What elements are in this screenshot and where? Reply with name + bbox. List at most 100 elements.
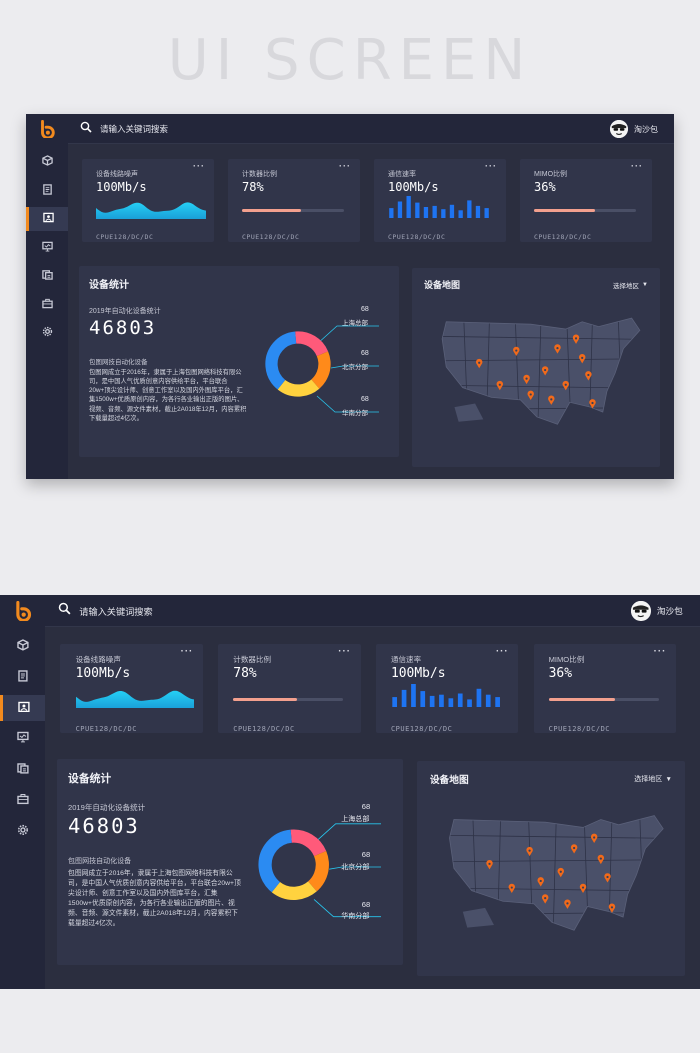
sidebar-item-cube[interactable] xyxy=(0,634,45,660)
donut-label: 北京分部 xyxy=(342,364,368,371)
sidebar-item-briefcase[interactable] xyxy=(26,293,68,317)
donut-label: 上海总部 xyxy=(342,320,368,327)
image-icon xyxy=(43,210,54,228)
more-menu-icon[interactable]: ··· xyxy=(181,646,194,657)
gear-icon xyxy=(17,823,29,841)
sidebar-item-cube[interactable] xyxy=(26,150,68,174)
card-title: 通信速率 xyxy=(390,655,422,665)
card-value: 36% xyxy=(548,666,573,682)
rate-bar xyxy=(441,209,446,218)
card-footer: CPUE128/DC/DC xyxy=(242,233,300,241)
search-box[interactable]: 请输入关键词搜索 xyxy=(58,595,153,627)
app-logo[interactable] xyxy=(26,114,68,144)
rate-bar-chart xyxy=(387,196,491,223)
metric-card: MIMO比例 ··· 36% CPUE128/DC/DC xyxy=(520,159,652,242)
hero-title: UI SCREEN xyxy=(167,28,533,93)
metric-card: 通信速率 ··· 100Mb/s CPUE128/DC/DC xyxy=(375,643,519,734)
panel-title: 设备地图 xyxy=(429,775,469,787)
app-logo[interactable] xyxy=(0,595,45,627)
more-menu-icon[interactable]: ··· xyxy=(631,161,643,171)
more-menu-icon[interactable]: ··· xyxy=(496,646,509,657)
card-value: 100Mb/s xyxy=(390,666,446,682)
noise-wave-chart xyxy=(75,687,195,714)
rate-bar xyxy=(406,196,411,218)
device-stats-panel: 设备统计 2019年自动化设备统计 46803 包图网技自动化设备 包图网成立于… xyxy=(57,759,403,966)
rate-bar xyxy=(423,207,429,218)
progress-fill xyxy=(548,697,615,701)
dashboard-screen: 请输入关键词搜索 淘沙包 设备线路噪声 ··· 100Mb/s CPUE128/… xyxy=(0,595,700,989)
rate-bar xyxy=(438,694,444,708)
sidebar-item-image[interactable] xyxy=(26,207,68,231)
region-select[interactable]: 选择地区 ▼ xyxy=(634,774,672,784)
donut-value: 68 xyxy=(361,350,369,357)
cube-icon xyxy=(41,153,53,171)
user-profile[interactable]: 淘沙包 xyxy=(631,595,683,627)
caret-down-icon: ▼ xyxy=(665,775,672,783)
sidebar-item-document[interactable] xyxy=(0,665,45,691)
sidebar-item-briefcase[interactable] xyxy=(0,788,45,814)
sidebar-item-document[interactable] xyxy=(26,179,68,203)
caret-down-icon: ▼ xyxy=(642,282,648,288)
search-input[interactable]: 请输入关键词搜索 xyxy=(79,604,152,618)
rate-bar xyxy=(449,204,455,218)
rate-bar xyxy=(397,201,403,218)
region-donut-chart xyxy=(257,828,330,906)
document-icon xyxy=(42,182,53,200)
user-name: 淘沙包 xyxy=(656,606,683,617)
card-title: 计数器比例 xyxy=(242,171,277,178)
donut-label: 华南分部 xyxy=(341,913,370,921)
sidebar-item-monitor[interactable] xyxy=(0,726,45,752)
card-title: 设备线路噪声 xyxy=(96,171,138,178)
dashboard-screen: 请输入关键词搜索 淘沙包 设备线路噪声 ··· 100Mb/s CPUE128/… xyxy=(26,114,674,479)
document-icon xyxy=(17,669,29,687)
cube-icon xyxy=(17,638,29,656)
rate-bar xyxy=(420,690,425,708)
progress-fill xyxy=(534,209,596,212)
card-value: 78% xyxy=(242,180,264,194)
donut-value: 68 xyxy=(361,849,371,859)
rate-bar xyxy=(485,694,491,708)
sidebar-item-monitor[interactable] xyxy=(26,236,68,260)
sidebar-item-database[interactable] xyxy=(0,757,45,783)
sidebar-item-gear[interactable] xyxy=(26,321,68,345)
more-menu-icon[interactable]: ··· xyxy=(485,161,497,171)
sidebar xyxy=(0,595,46,989)
card-footer: CPUE128/DC/DC xyxy=(388,233,446,241)
card-footer: CPUE128/DC/DC xyxy=(390,723,453,733)
image-icon xyxy=(18,699,30,717)
briefcase-icon xyxy=(17,792,29,810)
donut-value: 68 xyxy=(361,899,371,909)
us-map xyxy=(438,312,644,439)
sidebar-item-database[interactable] xyxy=(26,264,68,288)
sidebar xyxy=(26,114,68,479)
region-select[interactable]: 选择地区 ▼ xyxy=(613,280,648,290)
donut-value: 68 xyxy=(361,802,371,812)
rate-bar xyxy=(392,696,397,708)
search-icon xyxy=(80,120,92,138)
metric-card: 计数器比例 ··· 78% CPUE128/DC/DC xyxy=(228,159,360,242)
sidebar-item-image[interactable] xyxy=(0,695,46,722)
sidebar-item-gear[interactable] xyxy=(0,819,45,845)
avatar xyxy=(610,120,628,138)
donut-value: 68 xyxy=(361,306,369,313)
top-bar: 请输入关键词搜索 淘沙包 xyxy=(68,114,674,144)
card-title: 通信速率 xyxy=(388,171,416,178)
card-title: 设备线路噪声 xyxy=(75,655,121,665)
search-box[interactable]: 请输入关键词搜索 xyxy=(80,114,168,144)
noise-wave-chart xyxy=(96,199,206,224)
region-select-label: 选择地区 xyxy=(613,283,640,290)
metric-card: MIMO比例 ··· 36% CPUE128/DC/DC xyxy=(533,643,677,734)
card-value: 78% xyxy=(233,666,257,682)
panel-title: 设备地图 xyxy=(424,280,461,290)
more-menu-icon[interactable]: ··· xyxy=(338,646,351,657)
search-icon xyxy=(58,602,71,620)
more-menu-icon[interactable]: ··· xyxy=(654,646,667,657)
gear-icon xyxy=(42,324,53,342)
database-icon xyxy=(41,267,53,285)
search-input[interactable]: 请输入关键词搜索 xyxy=(100,123,168,135)
card-title: MIMO比例 xyxy=(534,171,568,178)
device-stats-panel: 设备统计 2019年自动化设备统计 46803 包图网技自动化设备 包图网成立于… xyxy=(79,266,399,457)
user-profile[interactable]: 淘沙包 xyxy=(610,114,658,144)
more-menu-icon[interactable]: ··· xyxy=(193,161,205,171)
more-menu-icon[interactable]: ··· xyxy=(339,161,351,171)
